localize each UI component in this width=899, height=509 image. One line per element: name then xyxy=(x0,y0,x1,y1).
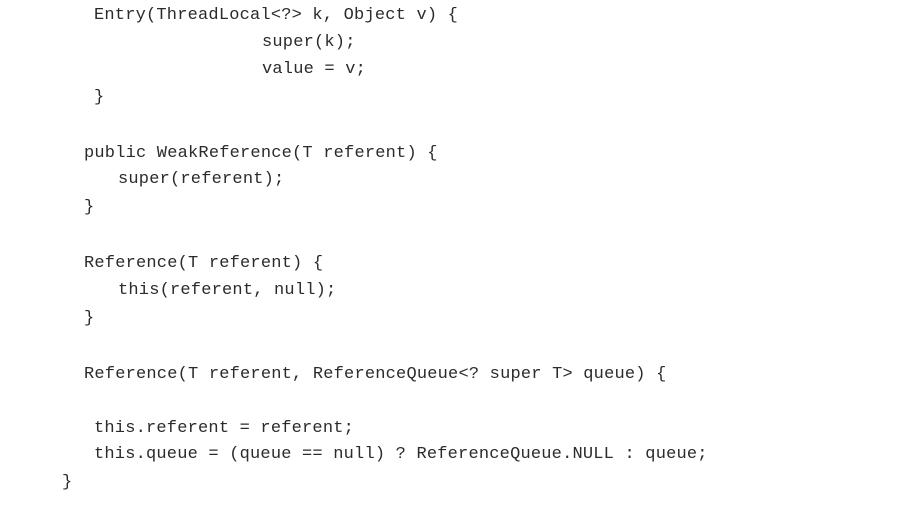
code-line: } xyxy=(84,309,95,328)
code-line: Reference(T referent) { xyxy=(84,254,324,273)
code-line: Reference(T referent, ReferenceQueue<? s… xyxy=(84,365,667,384)
code-line: public WeakReference(T referent) { xyxy=(84,144,438,163)
code-line: super(k); xyxy=(262,33,356,52)
code-line: Entry(ThreadLocal<?> k, Object v) { xyxy=(94,6,459,25)
code-line: } xyxy=(94,88,105,107)
code-line: } xyxy=(84,198,95,217)
code-line: this.referent = referent; xyxy=(94,419,355,438)
code-line: value = v; xyxy=(262,60,367,79)
code-line: this(referent, null); xyxy=(118,281,337,300)
code-snippet: Entry(ThreadLocal<?> k, Object v) { supe… xyxy=(0,0,899,509)
code-line: } xyxy=(62,473,73,492)
code-line: super(referent); xyxy=(118,170,285,189)
code-line: this.queue = (queue == null) ? Reference… xyxy=(94,445,708,464)
